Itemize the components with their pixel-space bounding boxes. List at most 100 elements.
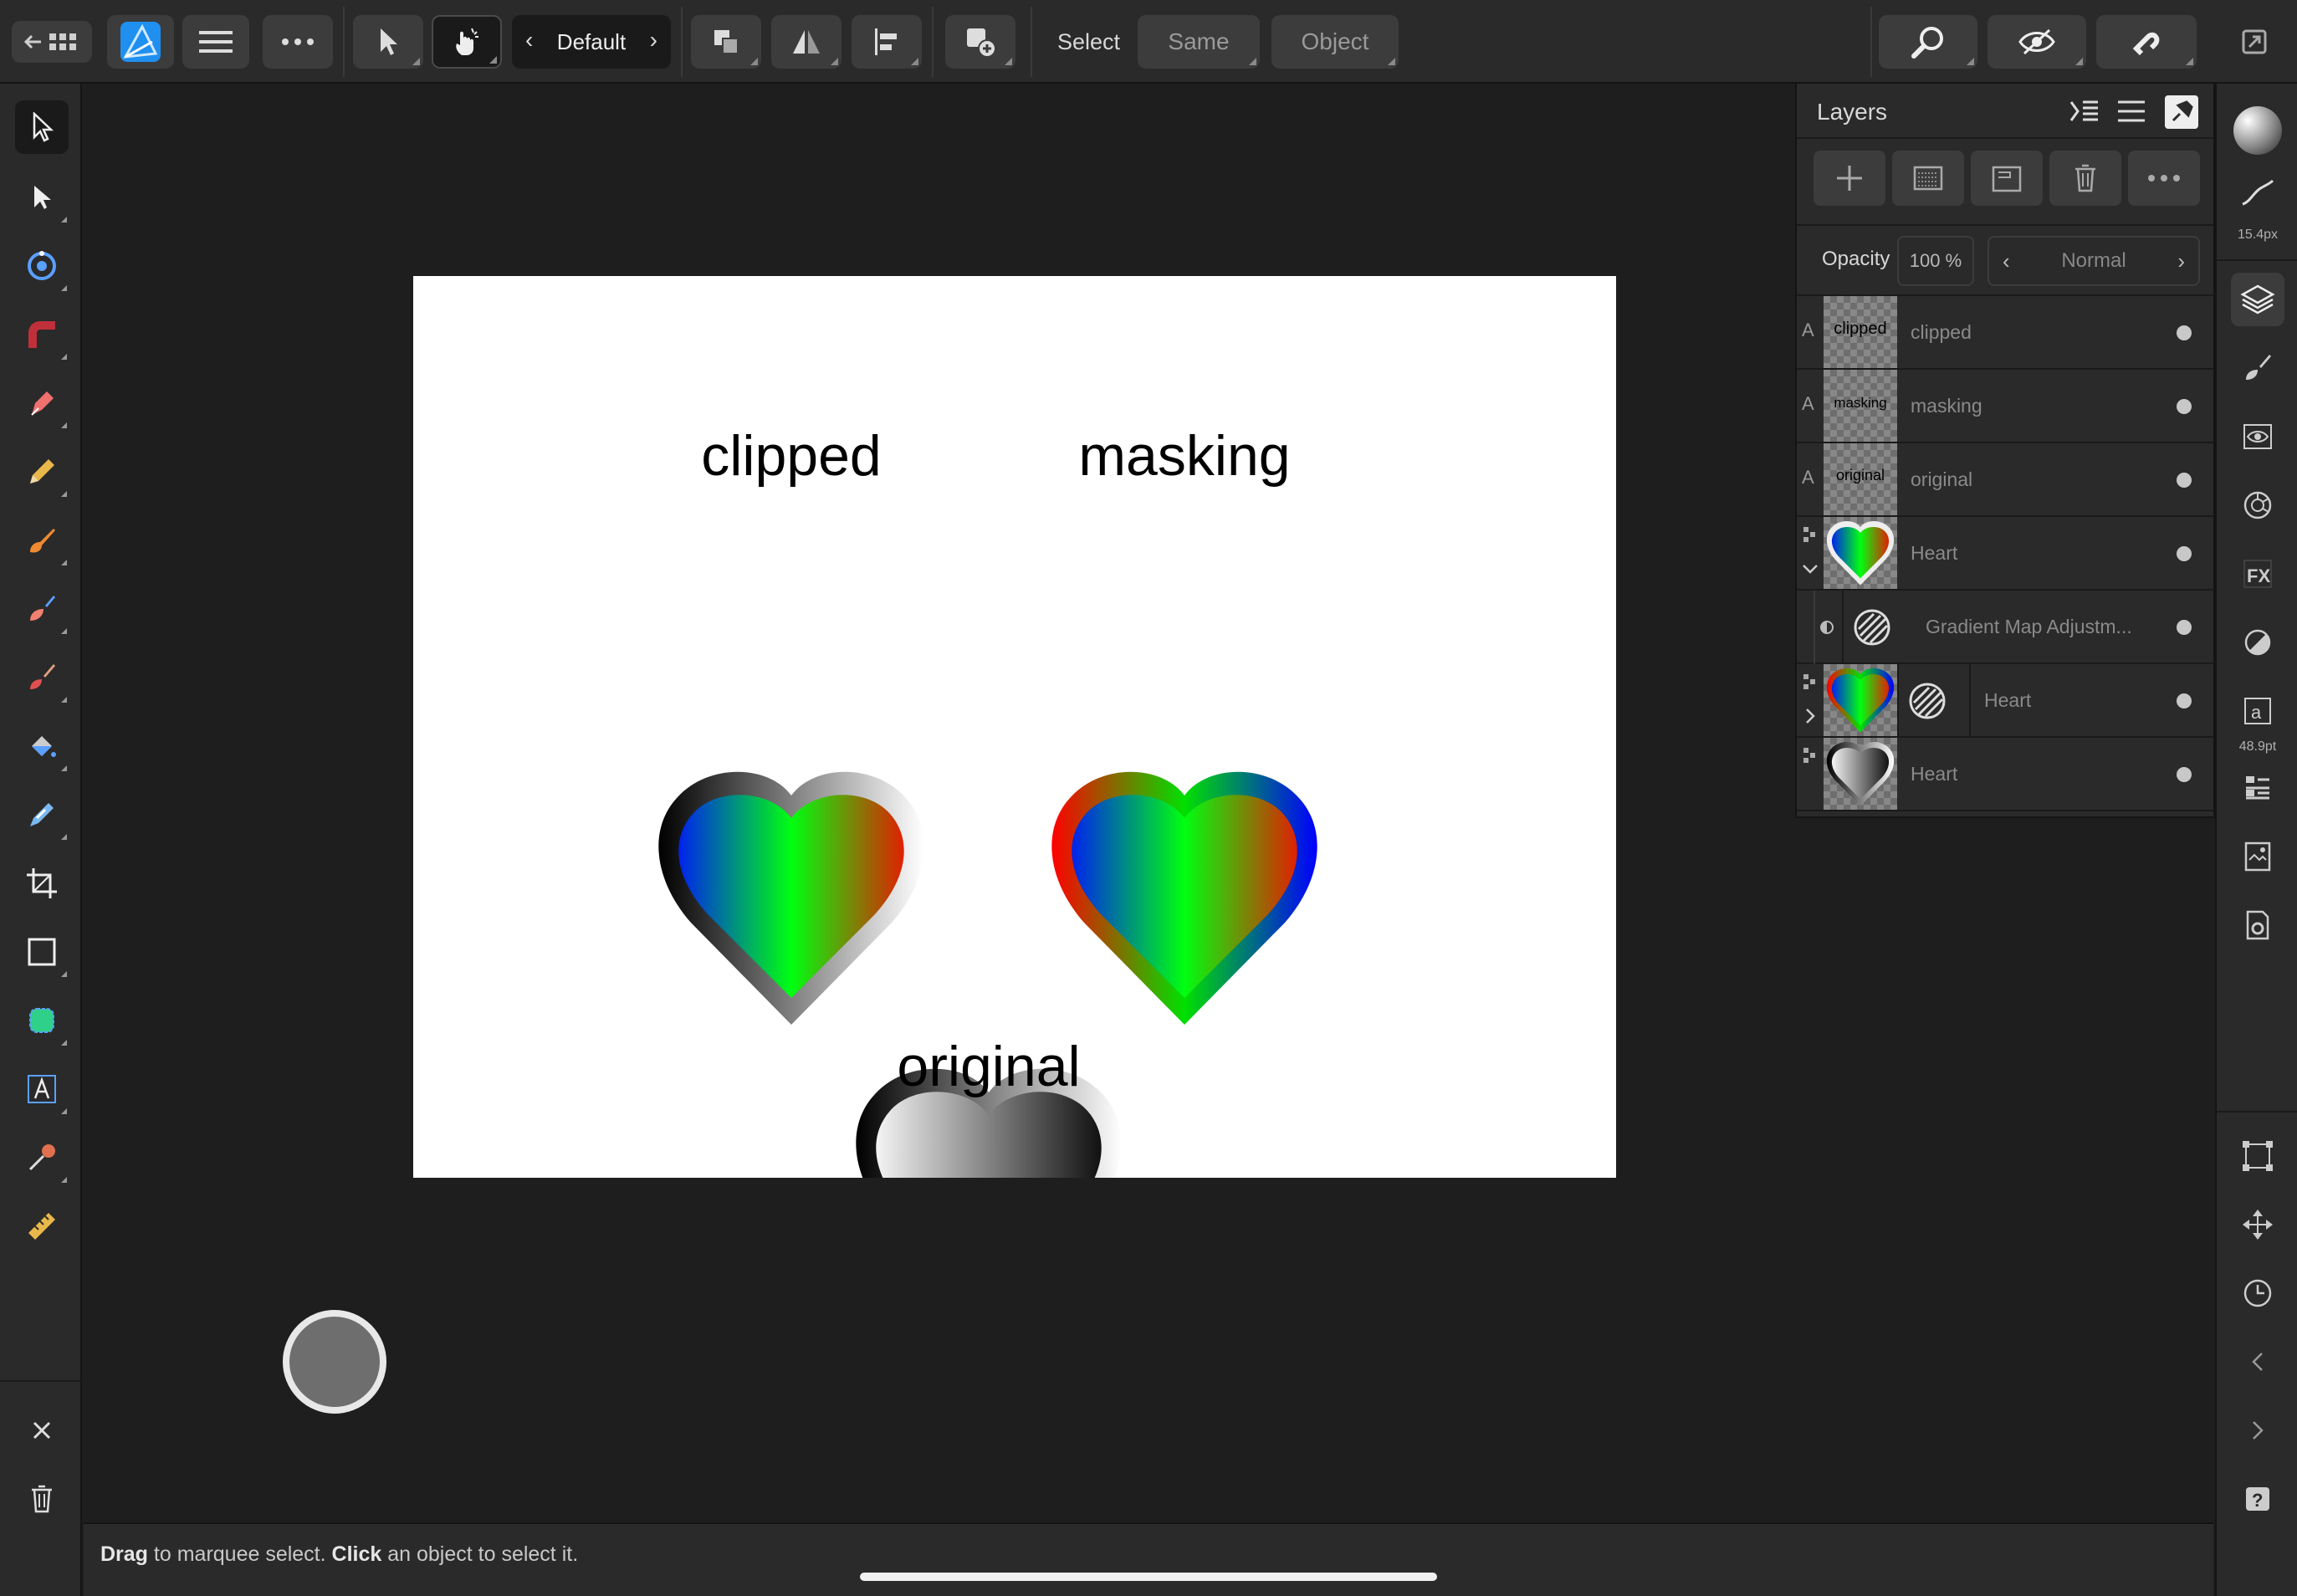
layer-row-heart-masked[interactable]: Heart xyxy=(1797,664,2213,738)
navigator-studio-button[interactable] xyxy=(2231,1198,2284,1251)
record-button[interactable] xyxy=(283,1310,386,1414)
layer-row-heart-group[interactable]: Heart xyxy=(1797,517,2213,591)
heart-clipped[interactable] xyxy=(658,771,924,1025)
assets-studio-button[interactable] xyxy=(2231,830,2284,883)
layer-options-button[interactable] xyxy=(2128,151,2200,206)
point-transform-tool[interactable] xyxy=(15,239,69,293)
view-mode-button[interactable] xyxy=(1987,15,2086,69)
opacity-input[interactable]: 100 % xyxy=(1897,236,1974,286)
group-layers-button[interactable] xyxy=(1971,151,2043,206)
panel-collapse-icon[interactable] xyxy=(2069,99,2100,124)
collapsed-chevron-icon[interactable] xyxy=(1800,673,1820,731)
node-tool[interactable] xyxy=(15,171,69,224)
fill-tool[interactable] xyxy=(15,719,69,773)
snapping-button[interactable] xyxy=(2096,15,2197,69)
select-object-button[interactable]: Object xyxy=(1271,15,1399,69)
arrange-button[interactable] xyxy=(691,15,761,69)
corner-tool[interactable] xyxy=(15,308,69,361)
studio-collapse-right-button[interactable] xyxy=(2231,1404,2284,1457)
affinity-logo-button[interactable] xyxy=(107,15,174,69)
zoom-button[interactable] xyxy=(1879,15,1977,69)
heart-masking[interactable] xyxy=(1051,771,1317,1025)
more-options-button[interactable] xyxy=(263,15,333,69)
history-studio-button[interactable] xyxy=(2231,1266,2284,1320)
label-masking[interactable]: masking xyxy=(1057,423,1312,489)
pixel-brush-tool[interactable] xyxy=(15,651,69,704)
styles-studio-button[interactable] xyxy=(2231,761,2284,815)
blend-next-chevron-icon[interactable]: › xyxy=(2177,238,2185,284)
appearance-studio-button[interactable] xyxy=(2231,410,2284,463)
adjustments-studio-button[interactable] xyxy=(2231,616,2284,669)
layer-name: Gradient Map Adjustm... xyxy=(1926,616,2132,637)
delete-layer-button[interactable] xyxy=(2049,151,2121,206)
expanded-chevron-icon[interactable] xyxy=(1800,525,1820,584)
panel-menu-icon[interactable] xyxy=(2116,99,2146,124)
insert-button[interactable] xyxy=(945,15,1015,69)
delete-button[interactable] xyxy=(15,1472,69,1526)
layer-row-gradient-map[interactable]: Gradient Map Adjustm... xyxy=(1797,591,2213,664)
text-styles-studio-button[interactable]: a xyxy=(2231,684,2284,738)
svg-text:?: ? xyxy=(2252,1490,2263,1511)
fullscreen-button[interactable] xyxy=(2225,15,2284,69)
layer-row-original[interactable]: A original original xyxy=(1797,443,2213,517)
main-menu-button[interactable] xyxy=(182,15,249,69)
studio-collapse-left-button[interactable] xyxy=(2231,1335,2284,1389)
visibility-dot-icon[interactable] xyxy=(2177,546,2192,561)
layers-studio-button[interactable] xyxy=(2231,273,2284,326)
help-button[interactable]: ? xyxy=(2231,1472,2284,1526)
persona-next-chevron-icon[interactable]: › xyxy=(650,27,657,54)
visibility-dot-icon[interactable] xyxy=(2177,473,2192,488)
select-same-button[interactable]: Same xyxy=(1138,15,1260,69)
back-to-gallery-button[interactable] xyxy=(12,21,92,63)
layer-row-clipped[interactable]: A clipped clipped xyxy=(1797,296,2213,370)
touch-mode-button[interactable] xyxy=(432,15,502,69)
visibility-dot-icon[interactable] xyxy=(2177,767,2192,782)
document-page[interactable]: clipped masking original xyxy=(413,276,1616,1178)
crop-tool[interactable] xyxy=(15,857,69,910)
vector-brush-icon xyxy=(30,529,55,553)
measure-tool[interactable] xyxy=(15,1200,69,1253)
rectangle-tool[interactable] xyxy=(15,925,69,979)
persona-prev-chevron-icon[interactable]: ‹ xyxy=(525,27,533,54)
blend-prev-chevron-icon[interactable]: ‹ xyxy=(2003,238,2010,284)
shape-tool[interactable] xyxy=(15,994,69,1047)
move-tool[interactable] xyxy=(15,100,69,154)
group-icon xyxy=(1992,166,2022,192)
layers-panel-header: Layers xyxy=(1797,84,2213,139)
transform-studio-button[interactable] xyxy=(2231,1129,2284,1183)
add-layer-button[interactable] xyxy=(1814,151,1885,206)
label-clipped[interactable]: clipped xyxy=(664,423,918,489)
add-pixel-layer-button[interactable] xyxy=(1892,151,1964,206)
visibility-dot-icon[interactable] xyxy=(2177,620,2192,635)
visibility-dot-icon[interactable] xyxy=(2177,325,2192,340)
blend-mode-selector[interactable]: ‹ Normal › xyxy=(1987,236,2200,286)
vector-brush-tool[interactable] xyxy=(15,514,69,567)
paint-brush-tool[interactable] xyxy=(15,582,69,636)
align-button[interactable] xyxy=(852,15,922,69)
layer-row-heart-original[interactable]: Heart xyxy=(1797,738,2213,811)
selection-mode-button[interactable] xyxy=(353,15,423,69)
back-grid-icon xyxy=(23,33,76,50)
color-picker-tool[interactable] xyxy=(15,1131,69,1184)
persona-selector[interactable]: ‹ Default › xyxy=(512,15,671,69)
color-swatch-button[interactable] xyxy=(2231,104,2284,157)
home-indicator[interactable] xyxy=(860,1573,1437,1581)
layer-row-masking[interactable]: A masking masking xyxy=(1797,370,2213,443)
transparency-tool[interactable] xyxy=(15,788,69,841)
effects-studio-button[interactable]: FX xyxy=(2231,547,2284,601)
pen-tool[interactable] xyxy=(15,376,69,430)
stroke-width-button[interactable] xyxy=(2231,166,2284,219)
label-original[interactable]: original xyxy=(862,1034,1116,1099)
visibility-dot-icon[interactable] xyxy=(2177,399,2192,414)
artistic-text-tool[interactable] xyxy=(15,1062,69,1116)
brushes-studio-button[interactable] xyxy=(2231,341,2284,395)
status-text-1: to marquee select. xyxy=(147,1542,332,1566)
pin-panel-button[interactable] xyxy=(2165,95,2198,129)
chevron-left-icon xyxy=(2252,1353,2263,1371)
visibility-dot-icon[interactable] xyxy=(2177,693,2192,708)
color-studio-button[interactable] xyxy=(2231,478,2284,532)
flip-button[interactable] xyxy=(771,15,842,69)
pencil-tool[interactable] xyxy=(15,445,69,499)
close-context-button[interactable] xyxy=(15,1404,69,1457)
document-settings-studio-button[interactable] xyxy=(2231,898,2284,952)
